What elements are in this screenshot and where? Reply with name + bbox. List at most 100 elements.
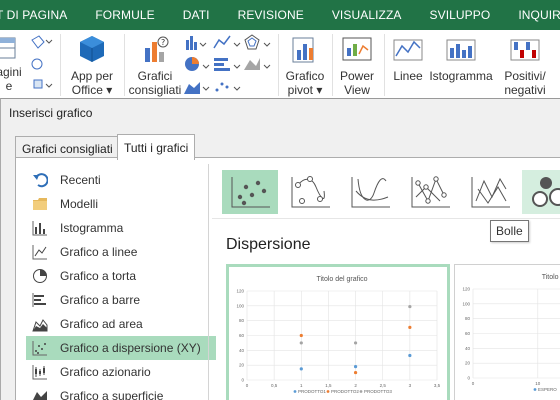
chart-category-item[interactable]: Grafico a superficie [26,384,216,400]
stock-chart-icon [32,364,48,380]
scatter-smooth-subtype[interactable] [342,170,398,214]
scatter-chart-icon [32,340,48,356]
chart-preview-2[interactable]: Titolo de02040608010012001020ESPERO [454,264,560,400]
section-title: Dispersione [226,236,311,253]
sparkline-linee-button[interactable]: Linee [388,34,428,83]
sparkline-column-icon [446,39,476,61]
chart-category-label: Grafico a linee [60,245,138,259]
y-tick-label: 40 [465,346,471,351]
chart-category-label: Grafico a torta [60,269,137,283]
x-tick-label: 1 [300,383,303,388]
radar-chart-icon [244,34,271,50]
scatter-preview-chart: Titolo de02040608010012001020ESPERO [462,274,560,392]
sparkline-istogramma-button[interactable]: Istogramma [428,34,494,83]
line-chart-icon [32,244,48,260]
y-tick-label: 40 [239,348,245,353]
y-tick-label: 120 [462,287,470,292]
chart-preview-1[interactable]: Titolo del grafico 0 20 40 60 80 100 120 0 0,5 1 1,… [226,264,450,400]
tab-tutti-i-grafici[interactable]: Tutti i grafici [117,134,196,160]
sparkline-positivi-negativi-button[interactable]: Positivi/ negativi [496,34,554,97]
x-tick-label: 2,5 [380,383,387,388]
shapes-icon[interactable] [30,34,56,94]
area-chart-icon [184,82,210,94]
y-tick-label: 20 [465,361,471,366]
ribbon-tab[interactable]: DATI [169,8,224,22]
chart-category-item[interactable]: Grafico ad area [26,312,216,336]
scatter-straight-subtype[interactable] [462,170,518,214]
legend-marker [326,390,330,393]
dialog-panel: Recenti Modelli Istogramma Grafico a linee G… [15,157,560,400]
data-point [408,353,412,358]
legend-label: ESPERO [538,387,557,392]
power-view-icon [342,37,372,61]
sparkline-winloss-icon [510,39,540,61]
office-app-icon [80,36,104,62]
legend-marker [359,390,363,393]
line-chart-icon [213,35,241,49]
button-label: Positivi/ [504,69,546,83]
chart-category-label: Istogramma [60,221,124,235]
scatter-markers-icon [231,177,270,208]
ribbon-tab[interactable]: VISUALIZZA [318,8,416,22]
button-label: App per [70,69,114,83]
data-point [408,304,412,309]
chart-category-item[interactable]: Istogramma [26,216,216,240]
chart-category-item[interactable]: Modelli [26,192,216,216]
scatter-straight-markers-subtype[interactable] [402,170,458,214]
y-tick-label: 100 [462,301,470,306]
bubble-subtype[interactable] [522,170,560,214]
button-label: consigliati [128,83,182,97]
chart-category-label: Grafico a superficie [60,389,164,400]
power-view-button[interactable]: Power View [336,34,378,97]
button-label: agini [0,65,22,79]
chart-category-label: Grafico a dispersione (XY) [60,341,201,355]
ribbon-tab[interactable]: T DI PAGINA [0,8,81,22]
button-label: Istogramma [429,69,493,83]
insert-chart-dialog: Inserisci grafico Grafici consigliati Tu… [0,98,560,400]
ribbon-tab[interactable]: REVISIONE [224,8,318,22]
svg-text:?: ? [161,38,165,47]
ribbon-tab[interactable]: SVILUPPO [416,8,505,22]
chart-category-item[interactable]: Grafico a linee [26,240,216,264]
chart-type-gallery[interactable] [184,34,276,96]
data-point [299,367,303,371]
data-point [353,365,358,369]
area-chart-icon [32,316,48,332]
ribbon-tab[interactable]: INQUIRE [504,8,560,22]
chart-category-item[interactable]: Grafico a torta [26,264,216,288]
data-point [353,370,358,375]
subtype-divider [212,218,560,219]
undo-arrow-icon [32,172,48,188]
ribbon-body: agini e App per Office ▾ ? Grafici consi… [0,30,560,100]
y-tick-label: 120 [236,289,244,294]
pivot-chart-icon [292,37,314,63]
data-point [408,325,412,329]
chart-category-item[interactable]: Grafico a dispersione (XY) [26,336,216,360]
y-tick-label: 20 [239,363,245,368]
pie-chart-icon [185,57,210,71]
scatter-markers-subtype[interactable] [222,170,278,214]
ribbon-tab[interactable]: FORMULE [81,8,168,22]
chart-category-label: Grafico azionario [60,365,151,379]
chart-category-item[interactable]: Recenti [26,168,216,192]
y-tick-label: 80 [239,318,245,323]
button-label: negativi [504,83,546,97]
grafici-consigliati-button[interactable]: ? Grafici consigliati [128,34,182,97]
data-point [353,341,358,345]
y-tick-label: 60 [239,333,245,338]
data-point [299,333,303,338]
chart-title: Titolo del grafico [316,276,367,283]
legend-marker [293,390,297,393]
legend-label: PRODOTTO3 [364,389,392,394]
grafico-pivot-button[interactable]: Grafico pivot ▾ [282,34,328,97]
chart-category-item[interactable]: Grafico a barre [26,288,216,312]
chart-category-item[interactable]: Grafico azionario [26,360,216,384]
scatter-smooth-markers-subtype[interactable] [282,170,338,214]
column-chart-icon [32,220,48,236]
button-label: Linee [393,69,423,83]
app-per-office-button[interactable]: App per Office ▾ [66,34,118,97]
scatter-smooth-markers-icon [291,176,330,208]
data-point [299,341,303,345]
y-tick-label: 0 [467,376,470,381]
tabelle-pivot-button[interactable]: agini e [0,34,24,93]
